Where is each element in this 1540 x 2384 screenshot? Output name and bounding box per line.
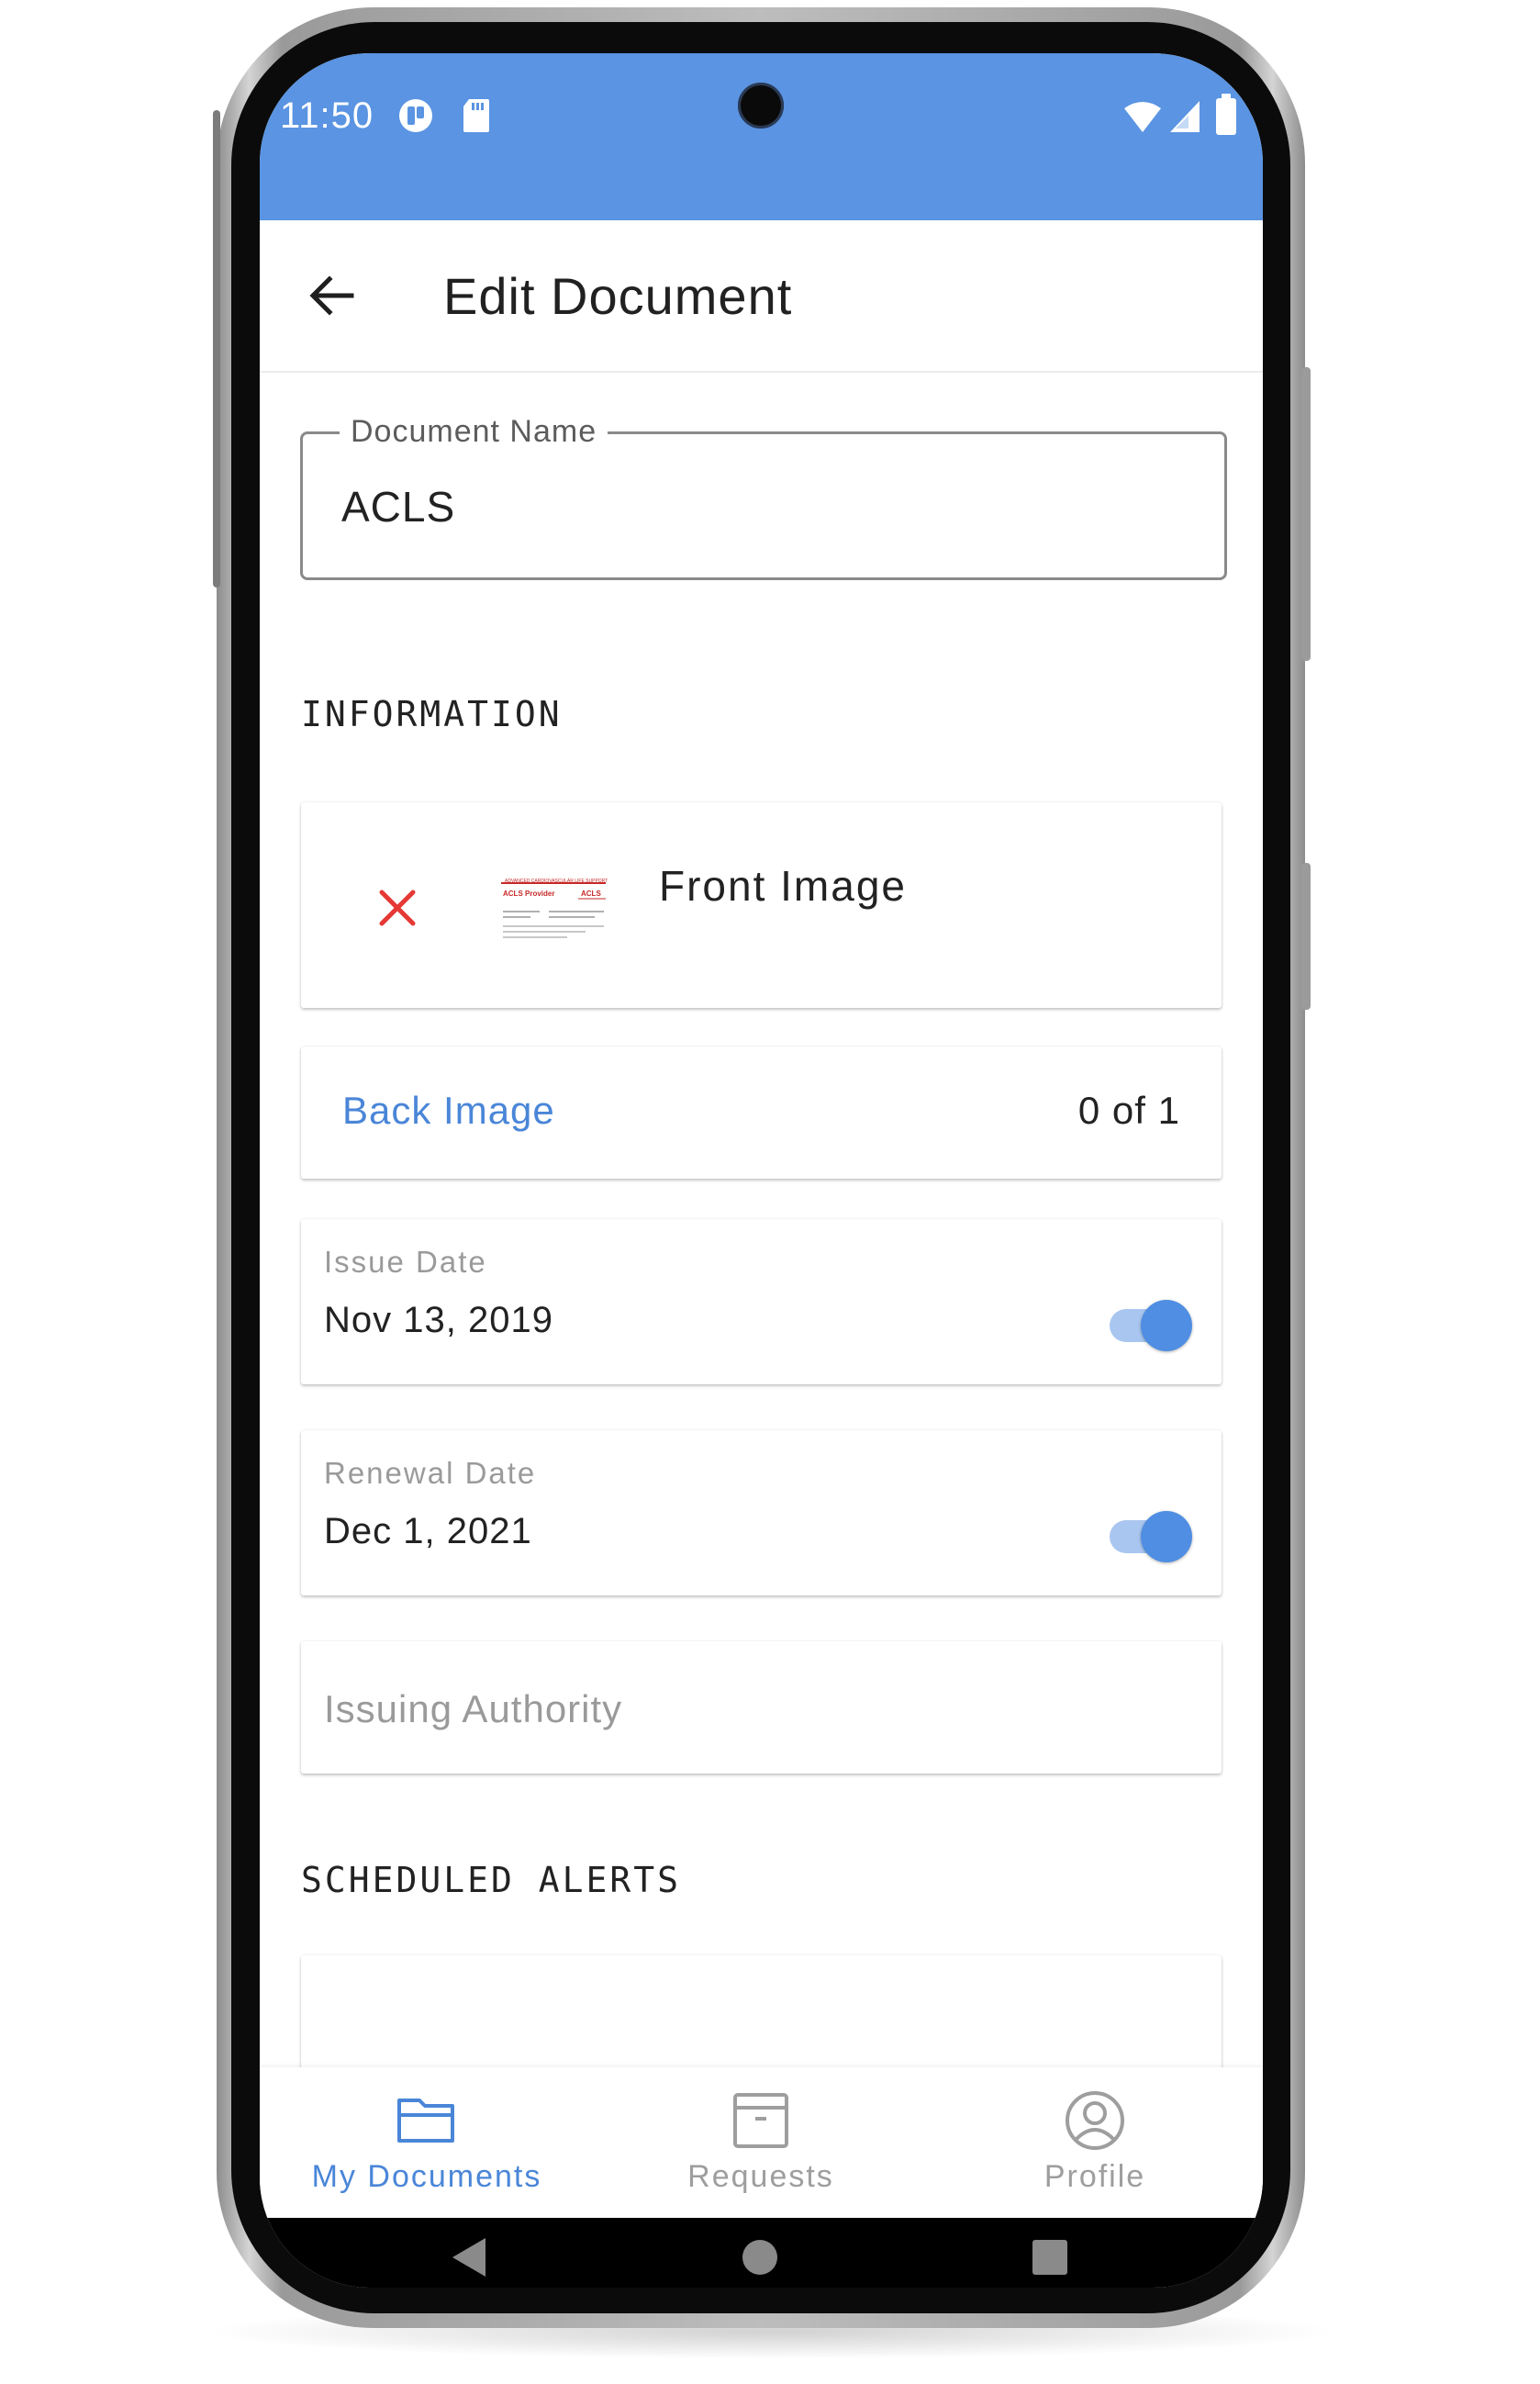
toggle-thumb bbox=[1141, 1300, 1192, 1351]
renewal-date-toggle[interactable] bbox=[1110, 1505, 1192, 1564]
battery-icon bbox=[1216, 94, 1236, 135]
notification-app-icon bbox=[399, 99, 432, 132]
back-image-count: 0 of 1 bbox=[1077, 1089, 1180, 1132]
thumbnail-left-text: ACLS Provider bbox=[503, 890, 554, 898]
renewal-date-card[interactable]: Renewal Date Dec 1, 2021 bbox=[301, 1430, 1222, 1595]
document-name-field[interactable]: Document Name ACLS bbox=[300, 414, 1227, 580]
folder-icon bbox=[397, 2099, 454, 2143]
information-section-title: INFORMATION bbox=[301, 694, 563, 734]
nav-item-requests[interactable]: Requests bbox=[594, 2067, 928, 2218]
status-time: 11:50 bbox=[280, 95, 374, 136]
side-sensor bbox=[213, 110, 220, 588]
volume-button bbox=[1301, 367, 1311, 661]
sd-card-icon bbox=[463, 99, 489, 132]
power-button bbox=[1301, 863, 1311, 1010]
issue-date-value[interactable]: Nov 13, 2019 bbox=[324, 1300, 553, 1341]
scheduled-alerts-section-title: SCHEDULED ALERTS bbox=[301, 1860, 682, 1900]
thumbnail-right-text: ACLS bbox=[581, 890, 601, 898]
front-camera bbox=[738, 83, 784, 129]
nav-label-requests: Requests bbox=[687, 2159, 834, 2194]
page-title: Edit Document bbox=[443, 267, 793, 325]
home-circle-icon[interactable] bbox=[741, 2238, 779, 2277]
nav-item-my-documents[interactable]: My Documents bbox=[260, 2067, 594, 2218]
issuing-authority-field[interactable]: Issuing Authority bbox=[301, 1641, 1222, 1774]
recents-square-icon[interactable] bbox=[1031, 2238, 1069, 2277]
arrow-back-icon bbox=[309, 275, 354, 316]
cell-signal-icon bbox=[1170, 101, 1200, 132]
toggle-thumb bbox=[1141, 1511, 1192, 1562]
renewal-date-value[interactable]: Dec 1, 2021 bbox=[324, 1511, 532, 1552]
system-navigation-bar bbox=[260, 2218, 1263, 2288]
back-triangle-icon[interactable] bbox=[449, 2236, 489, 2278]
front-image-label: Front Image bbox=[659, 862, 907, 910]
wifi-icon bbox=[1124, 102, 1161, 132]
status-bar: 11:50 bbox=[260, 53, 1263, 220]
close-icon[interactable] bbox=[374, 885, 420, 931]
document-name-label: Document Name bbox=[340, 414, 608, 450]
certificate-thumbnail-graphic: ADVANCED CARDIOVASCULAR LIFE SUPPORT ACL… bbox=[501, 879, 608, 938]
issue-date-card[interactable]: Issue Date Nov 13, 2019 bbox=[301, 1219, 1222, 1384]
account-circle-icon bbox=[1066, 2091, 1124, 2150]
nav-label-my-documents: My Documents bbox=[311, 2159, 542, 2194]
issue-date-toggle[interactable] bbox=[1110, 1294, 1192, 1353]
archive-box-icon bbox=[733, 2093, 788, 2148]
back-image-link[interactable]: Back Image bbox=[342, 1089, 555, 1133]
phone-screen: 11:50 Edit Document Document Name ACLS I… bbox=[260, 53, 1263, 2288]
thumbnail-title: ADVANCED CARDIOVASCULAR LIFE SUPPORT bbox=[505, 879, 608, 884]
front-image-thumbnail[interactable]: ADVANCED CARDIOVASCULAR LIFE SUPPORT ACL… bbox=[494, 874, 613, 947]
back-button[interactable] bbox=[295, 259, 368, 332]
front-image-card[interactable]: ADVANCED CARDIOVASCULAR LIFE SUPPORT ACL… bbox=[301, 802, 1222, 1008]
app-bar: Edit Document bbox=[260, 220, 1263, 373]
renewal-date-label: Renewal Date bbox=[324, 1456, 537, 1490]
back-image-card[interactable]: Back Image 0 of 1 bbox=[301, 1046, 1222, 1179]
nav-item-profile[interactable]: Profile bbox=[928, 2067, 1262, 2218]
issue-date-label: Issue Date bbox=[324, 1245, 487, 1279]
nav-label-profile: Profile bbox=[1043, 2159, 1146, 2194]
issuing-authority-placeholder[interactable]: Issuing Authority bbox=[324, 1687, 622, 1731]
bottom-navigation: My Documents Requests Profile bbox=[260, 2067, 1263, 2218]
document-name-value[interactable]: ACLS bbox=[341, 482, 455, 532]
